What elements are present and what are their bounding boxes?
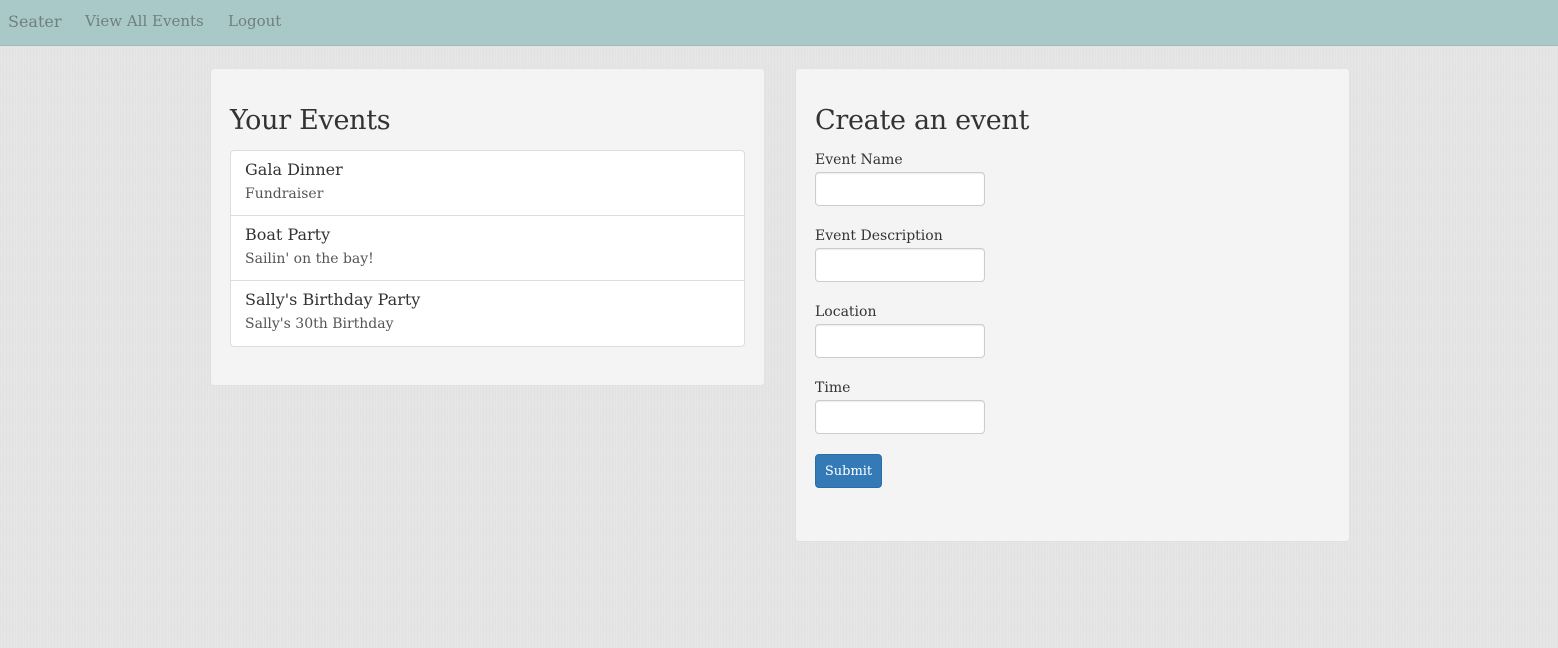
event-name: Sally's Birthday Party — [245, 290, 421, 309]
brand-link[interactable]: Seater — [8, 12, 62, 31]
create-event-title: Create an event — [815, 105, 1030, 136]
navbar: Seater View All Events Logout — [0, 0, 1558, 46]
event-name: Gala Dinner — [245, 160, 343, 179]
event-description-input[interactable] — [815, 248, 985, 282]
submit-button[interactable]: Submit — [815, 454, 882, 488]
event-description: Sally's 30th Birthday — [245, 316, 394, 332]
event-list: Gala Dinner Fundraiser Boat Party Sailin… — [230, 150, 745, 347]
event-name: Boat Party — [245, 225, 331, 244]
view-all-events-link[interactable]: View All Events — [85, 12, 204, 30]
time-label: Time — [815, 380, 851, 396]
location-label: Location — [815, 304, 877, 320]
time-input[interactable] — [815, 400, 985, 434]
event-description-label: Event Description — [815, 228, 943, 244]
list-item[interactable]: Gala Dinner Fundraiser — [231, 151, 744, 216]
create-event-panel: Create an event Event Name Event Descrip… — [796, 69, 1349, 541]
event-name-label: Event Name — [815, 152, 903, 168]
your-events-title: Your Events — [230, 105, 391, 136]
event-description: Fundraiser — [245, 186, 324, 202]
logout-link[interactable]: Logout — [228, 12, 281, 30]
event-description: Sailin' on the bay! — [245, 251, 374, 267]
list-item[interactable]: Sally's Birthday Party Sally's 30th Birt… — [231, 281, 744, 346]
your-events-panel: Your Events Gala Dinner Fundraiser Boat … — [211, 69, 764, 385]
list-item[interactable]: Boat Party Sailin' on the bay! — [231, 216, 744, 281]
location-input[interactable] — [815, 324, 985, 358]
event-name-input[interactable] — [815, 172, 985, 206]
